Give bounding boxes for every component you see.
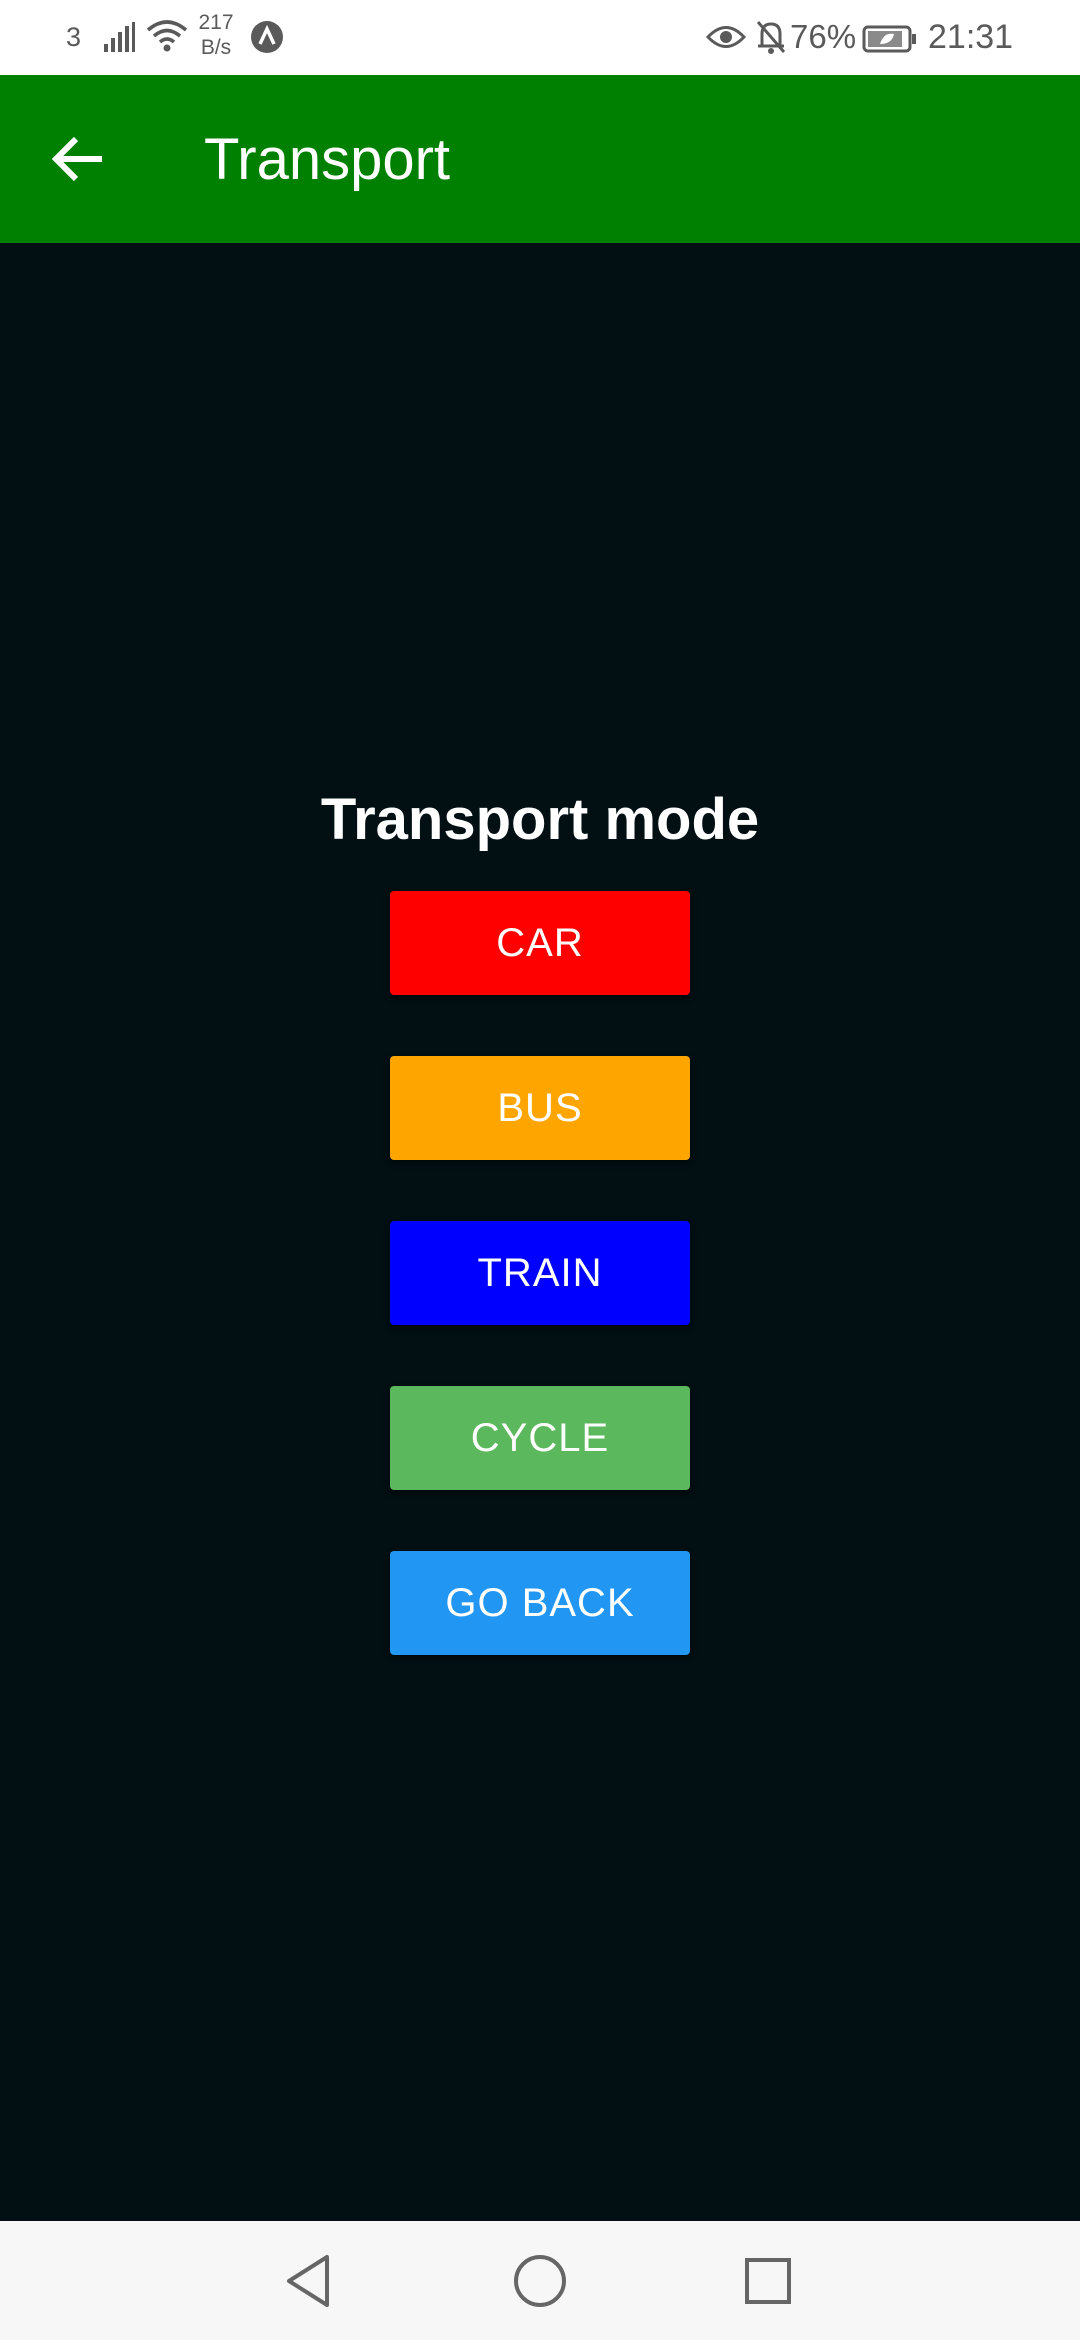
- wifi-icon: [146, 18, 188, 59]
- back-button[interactable]: [38, 119, 118, 199]
- transport-mode-heading: Transport mode: [320, 787, 760, 852]
- battery-saver-icon: [862, 24, 918, 59]
- page-title: Transport: [204, 127, 451, 192]
- nav-back-icon: [287, 2255, 329, 2307]
- signal-icon: [102, 20, 136, 59]
- eye-icon: [705, 20, 747, 59]
- network-speed-value: 217: [198, 11, 234, 34]
- nav-recents-button[interactable]: [734, 2247, 802, 2315]
- clock: 21:31: [928, 18, 1014, 56]
- go-back-button[interactable]: GO BACK: [390, 1551, 690, 1655]
- arrow-left-icon: [51, 136, 102, 182]
- app-notification-icon: [250, 20, 284, 59]
- cycle-button[interactable]: CYCLE: [390, 1386, 690, 1490]
- nav-back-button[interactable]: [274, 2247, 342, 2315]
- train-button[interactable]: TRAIN: [390, 1221, 690, 1325]
- battery-percent: 76%: [790, 18, 857, 55]
- network-speed: 217 B/s: [194, 10, 238, 60]
- bus-button[interactable]: BUS: [390, 1056, 690, 1160]
- app-bar: Transport: [0, 75, 1080, 243]
- app-screen: 3 217 B/s 76% 21:31 Transport Transport …: [0, 0, 1080, 2340]
- system-nav-bar: [0, 2221, 1080, 2340]
- nav-home-icon: [514, 2255, 566, 2307]
- network-speed-unit: B/s: [200, 36, 232, 59]
- bell-off-icon: [754, 18, 788, 61]
- main-content: Transport mode CAR BUS TRAIN CYCLE GO BA…: [0, 243, 1080, 2221]
- status-bar: 3 217 B/s 76% 21:31: [0, 0, 1080, 75]
- sim-indicator: 3: [66, 22, 82, 52]
- car-button[interactable]: CAR: [390, 891, 690, 995]
- nav-recents-icon: [745, 2258, 791, 2304]
- nav-home-button[interactable]: [506, 2247, 574, 2315]
